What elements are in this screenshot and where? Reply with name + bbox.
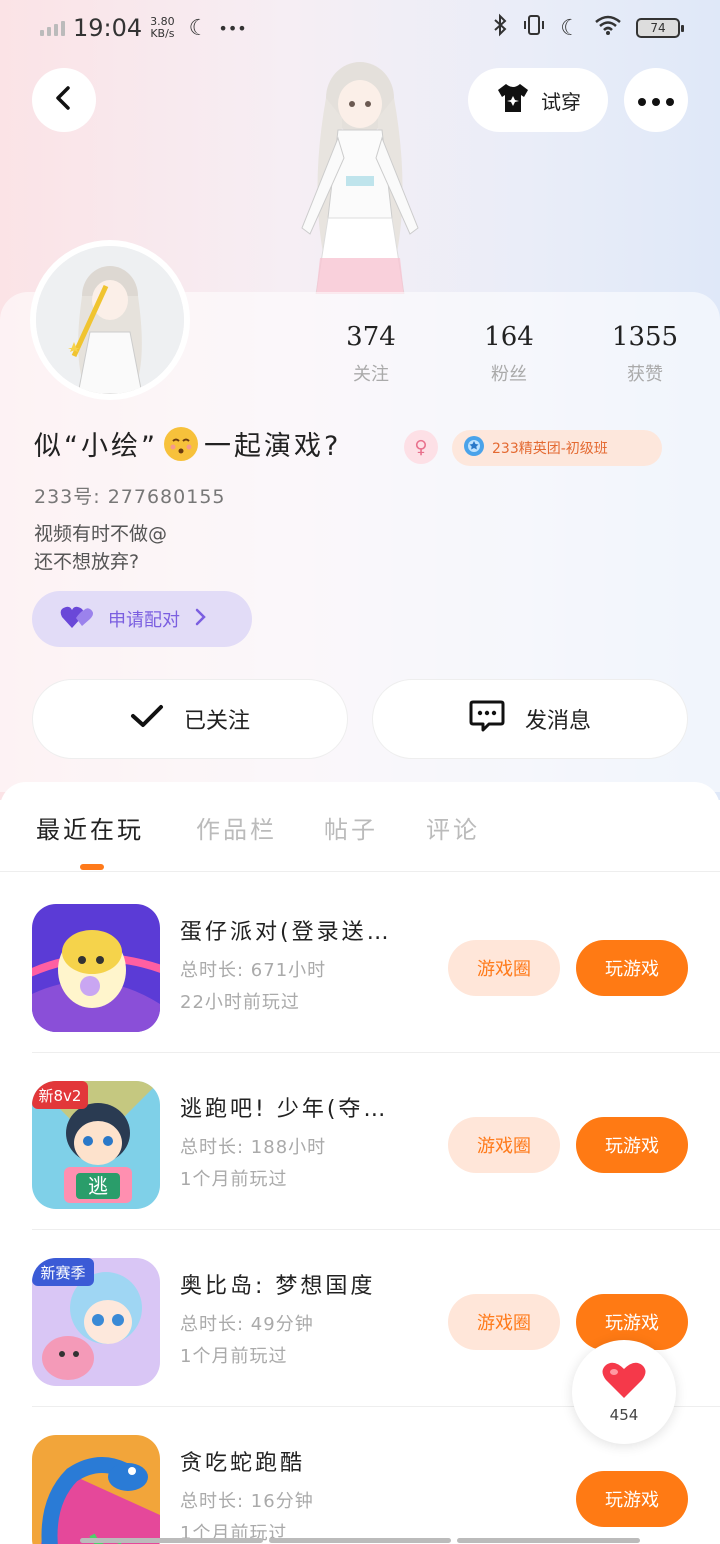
gesture-bar — [80, 1538, 641, 1543]
stat-following[interactable]: 374 关注 — [316, 322, 426, 386]
game-duration: 总时长: 188小时 — [180, 1137, 327, 1158]
svg-text:逃: 逃 — [88, 1174, 108, 1198]
hearts-icon — [60, 604, 94, 635]
tab-posts[interactable]: 帖子 — [324, 810, 378, 845]
try-on-button[interactable]: 试穿 — [468, 68, 608, 132]
content-tabs: 最近在玩 作品栏 帖子 评论 — [0, 782, 720, 872]
send-message-button[interactable]: 发消息 — [372, 679, 688, 759]
vibrate-icon — [522, 13, 546, 43]
avatar-image — [36, 246, 184, 394]
list-item[interactable]: 逃 新8v2 逃跑吧! 少年(夺… 总时长: 188小时 1个月前玩过 游戏圈 … — [0, 1053, 720, 1230]
game-icon-obi-island[interactable]: 新赛季 — [32, 1258, 160, 1386]
game-last-played: 22小时前玩过 — [180, 992, 300, 1013]
svg-text:新赛季: 新赛季 — [40, 1264, 85, 1282]
user-id: 233号: 277680155 — [34, 486, 226, 508]
game-icon-escape[interactable]: 逃 新8v2 — [32, 1081, 160, 1209]
nickname: 似“小绘” 一起演戏? — [34, 424, 341, 463]
play-game-button[interactable]: 玩游戏 — [576, 940, 688, 996]
game-icon-eggy-party[interactable] — [32, 904, 160, 1032]
avatar-figure-image — [280, 58, 440, 295]
game-duration: 总时长: 671小时 — [180, 960, 327, 981]
game-circle-button[interactable]: 游戏圈 — [448, 1117, 560, 1173]
avatar[interactable] — [30, 240, 190, 400]
play-game-button[interactable]: 玩游戏 — [576, 1471, 688, 1527]
network-speed: 3.80 KB/s — [150, 15, 175, 40]
game-last-played: 1个月前玩过 — [180, 1169, 288, 1190]
game-duration: 总时长: 49分钟 — [180, 1314, 314, 1335]
chevron-left-icon — [53, 85, 75, 115]
stat-likes[interactable]: 1355 获赞 — [590, 322, 700, 386]
check-icon — [130, 703, 164, 735]
badge-medal-icon — [462, 434, 486, 462]
stat-followers[interactable]: 164 粉丝 — [454, 322, 564, 386]
heart-icon — [601, 1360, 647, 1404]
svg-text:新8v2: 新8v2 — [39, 1087, 82, 1105]
game-circle-button[interactable]: 游戏圈 — [448, 1294, 560, 1350]
dnd-moon-icon: ☾ — [560, 15, 580, 41]
game-title: 奥比岛: 梦想国度 — [180, 1274, 376, 1299]
game-duration: 总时长: 16分钟 — [180, 1491, 314, 1512]
like-count: 454 — [609, 1406, 639, 1424]
tab-active-indicator — [80, 864, 104, 870]
status-bar: 19:04 3.80 KB/s ☾ ••• ☾ 74 — [0, 0, 720, 56]
tab-comments[interactable]: 评论 — [426, 810, 480, 845]
chat-bubble-icon — [469, 699, 505, 739]
like-floating-button[interactable]: 454 — [572, 1340, 676, 1444]
chevron-right-icon — [194, 608, 206, 631]
wifi-icon — [594, 14, 622, 42]
game-icon-snake-run[interactable] — [32, 1435, 160, 1544]
followed-button[interactable]: 已关注 — [32, 679, 348, 759]
moon-icon: ☾ — [188, 15, 209, 41]
list-item[interactable]: 蛋仔派对(登录送… 总时长: 671小时 22小时前玩过 游戏圈 玩游戏 — [0, 876, 720, 1053]
kissing-emoji-icon — [163, 426, 198, 461]
status-time: 19:04 — [73, 14, 143, 42]
shirt-icon — [495, 82, 531, 119]
tab-works[interactable]: 作品栏 — [196, 810, 277, 845]
more-button[interactable] — [624, 68, 688, 132]
elite-badge[interactable]: 233精英团-初级班 — [452, 430, 662, 466]
ellipsis-icon — [638, 91, 674, 110]
game-title: 逃跑吧! 少年(夺… — [180, 1097, 389, 1122]
game-last-played: 1个月前玩过 — [180, 1346, 288, 1367]
bluetooth-icon — [492, 13, 508, 43]
apply-match-button[interactable]: 申请配对 — [32, 591, 252, 647]
play-game-button[interactable]: 玩游戏 — [576, 1117, 688, 1173]
female-gender-icon: ♀ — [404, 430, 438, 464]
status-more: ••• — [218, 18, 247, 38]
bio: 视频有时不做@ 还不想放弃? — [34, 523, 168, 573]
game-title: 蛋仔派对(登录送… — [180, 920, 392, 945]
battery-icon: 74 — [636, 18, 684, 38]
tab-recent-games[interactable]: 最近在玩 — [36, 810, 144, 845]
game-title: 贪吃蛇跑酷 — [180, 1451, 306, 1476]
try-on-label: 试穿 — [541, 89, 581, 114]
game-circle-button[interactable]: 游戏圈 — [448, 940, 560, 996]
back-button[interactable] — [32, 68, 96, 132]
signal-icon — [40, 20, 65, 36]
